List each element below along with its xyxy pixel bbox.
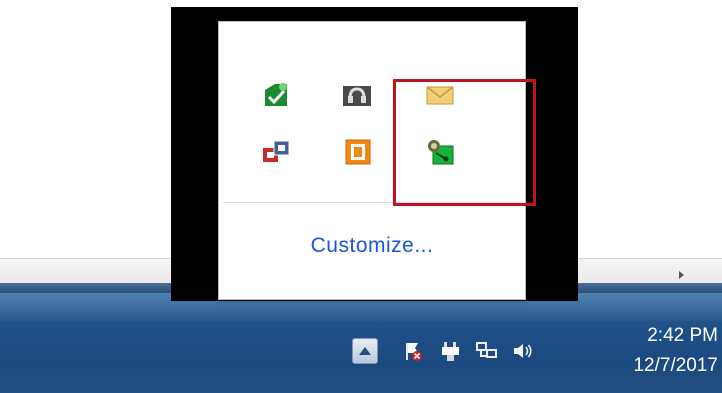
- network-icon[interactable]: [474, 338, 500, 364]
- network-share-icon[interactable]: [260, 137, 292, 167]
- customize-link[interactable]: Customize...: [219, 234, 525, 258]
- show-hidden-icons-button[interactable]: [352, 338, 378, 364]
- power-plug-icon[interactable]: [438, 338, 464, 364]
- sync-green-icon[interactable]: [260, 80, 292, 110]
- scroll-right-arrow-icon: [679, 271, 684, 279]
- chevron-up-icon: [359, 347, 371, 355]
- office-icon[interactable]: [342, 137, 374, 167]
- clock-date: 12/7/2017: [633, 355, 718, 376]
- highlight-box: [393, 79, 536, 206]
- action-center-flag-icon[interactable]: [400, 338, 426, 364]
- volume-icon[interactable]: [510, 338, 536, 364]
- system-clock[interactable]: 2:42 PM 12/7/2017: [608, 321, 718, 381]
- clock-time: 2:42 PM: [647, 325, 718, 346]
- headset-icon[interactable]: [341, 80, 373, 110]
